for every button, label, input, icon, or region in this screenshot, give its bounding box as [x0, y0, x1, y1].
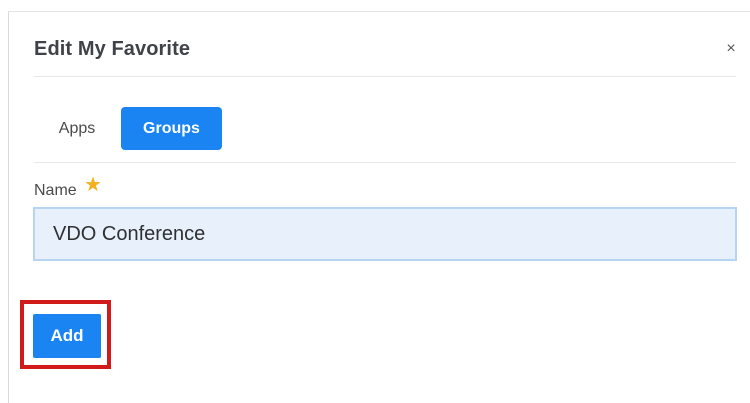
edit-favorite-modal: Edit My Favorite × Apps Groups Name ★ Ad…	[0, 0, 750, 403]
close-icon[interactable]: ×	[722, 40, 740, 58]
modal-top-border	[8, 11, 750, 12]
name-label: Name	[34, 182, 77, 199]
star-icon: ★	[84, 174, 102, 196]
name-input[interactable]	[33, 207, 737, 261]
add-button[interactable]: Add	[33, 314, 101, 358]
modal-left-border	[8, 12, 9, 403]
header-divider	[34, 76, 736, 77]
tab-apps[interactable]: Apps	[44, 107, 110, 150]
tabs-divider	[34, 162, 736, 163]
modal-title: Edit My Favorite	[34, 38, 191, 60]
tab-groups[interactable]: Groups	[121, 107, 222, 150]
